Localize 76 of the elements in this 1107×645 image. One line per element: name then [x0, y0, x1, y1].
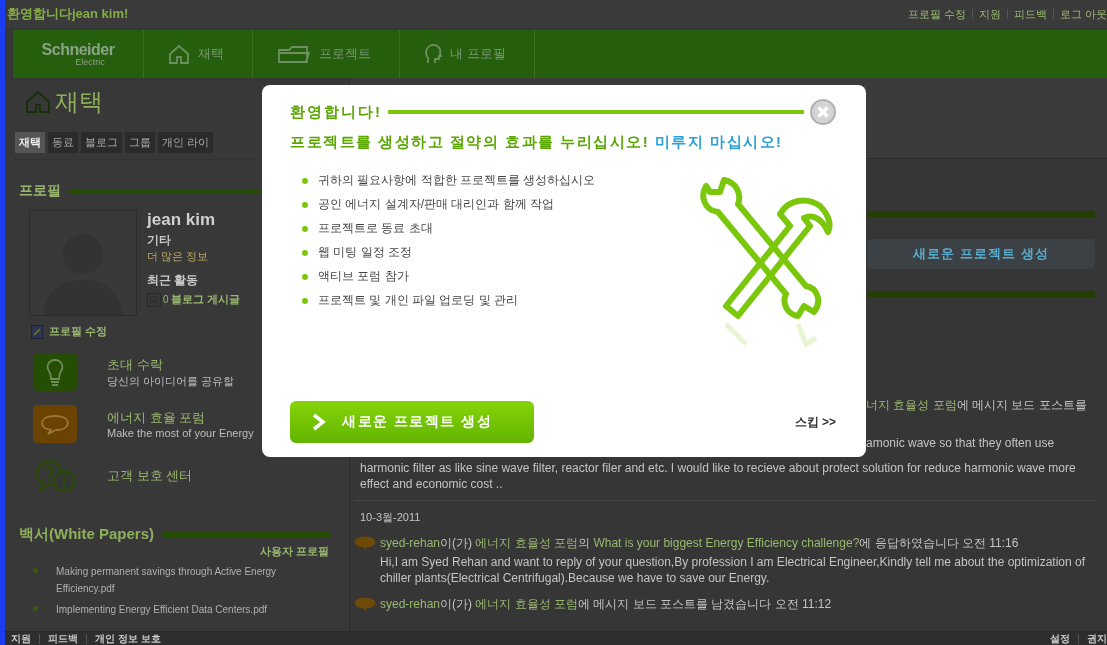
feature-item: 공인 에너지 설계자/판매 대리인과 함께 작업 — [318, 196, 554, 213]
footer-link[interactable]: 개인 정보 보호 — [95, 631, 161, 645]
profile-role: 기타 — [147, 232, 171, 249]
top-link[interactable]: 피드백 — [1013, 6, 1047, 22]
user-link[interactable]: syed-rehan — [380, 597, 441, 611]
speech-bubble-icon — [354, 536, 376, 550]
feature-item: 프로젝트로 동료 초대 — [318, 220, 433, 237]
user-link[interactable]: syed-rehan — [380, 536, 441, 550]
feature-link[interactable]: 초대 수락 — [107, 355, 235, 374]
bullet-icon — [302, 225, 308, 232]
bullet-icon — [302, 177, 308, 184]
more-info-link[interactable]: 더 많은 정보 — [147, 249, 209, 264]
home-icon — [168, 43, 190, 65]
create-project-button[interactable]: 새로운 프로젝트 생성 — [867, 239, 1095, 269]
tab[interactable]: 블로그 — [81, 132, 122, 153]
edit-profile-link[interactable]: 프로필 수정 — [49, 324, 108, 339]
head-icon — [424, 43, 442, 65]
tab[interactable]: 재택 — [15, 132, 45, 153]
bullet-icon — [302, 201, 308, 208]
user-profile-link[interactable]: 사용자 프로필 — [259, 544, 329, 559]
lightbulb-icon — [33, 353, 77, 391]
home-icon — [25, 90, 51, 114]
section-heading: 프로필 — [19, 182, 61, 200]
section-heading: 백서(White Papers) — [19, 525, 154, 544]
skip-link[interactable]: 스킵 >> — [794, 413, 836, 431]
activity-text: syed-rehan이(가) 에너지 효율성 포럼 의 What is your biggest Energy Efficiency challenge?에 응답하였습니다 오전 11:16 — [380, 535, 1020, 552]
blog-posts-link[interactable]: 블로그 게시글 — [170, 292, 240, 307]
top-link[interactable]: 프로필 수정 — [907, 6, 966, 22]
activity-label: 최근 활동 — [147, 272, 199, 289]
bullet-icon — [33, 568, 38, 573]
tab[interactable]: 개인 라이 — [158, 132, 214, 153]
speech-bubble-icon — [33, 405, 77, 443]
footer-link[interactable]: 피드백 — [48, 631, 78, 645]
feature-item: 액티브 포럼 참가 — [318, 268, 409, 285]
bullet-icon — [33, 606, 38, 611]
speech-bubble-icon — [354, 597, 376, 611]
help-info-icon — [33, 457, 77, 495]
bullet-icon — [302, 249, 308, 256]
footer-link[interactable]: 권지 — [1087, 631, 1107, 645]
bullet-icon — [302, 273, 308, 280]
date-label: 10-3월-2011 — [360, 511, 421, 523]
post-text: Hi,I am Syed Rehan and want to reply of your question,By profession I am Electrical Engineer,Kindly tell me about the optimization of chiller plants(Electrical Centrifugal).Because we have to save our Energy. — [380, 554, 1087, 586]
top-link[interactable]: 지원 — [978, 6, 1001, 22]
dialog-subtitle: 프로젝트를 생성하고 절약의 효과를 누리십시오! 미루지 마십시오! — [290, 133, 784, 150]
footer-link[interactable]: 설정 — [1050, 631, 1070, 645]
activity-count: 0 — [163, 294, 169, 305]
activity-text: syed-rehan이(가) 에너지 효율성 포럼에 메시지 보드 포스트를 남겼습니다 오전 11:12 — [380, 596, 832, 613]
feature-link[interactable]: 에너지 효율 포럼 — [107, 409, 254, 427]
footer-link[interactable]: 지원 — [11, 631, 31, 645]
greeting-text: 환영합니다jean kim! — [7, 5, 129, 23]
chevron-icon — [312, 413, 326, 431]
feature-item: 귀하의 필요사항에 적합한 프로젝트를 생성하십시오 — [318, 172, 596, 189]
document-link[interactable]: Making permanent savings through Active Energy Efficiency.pdf — [56, 563, 329, 597]
feature-link[interactable]: 고객 보호 센터 — [107, 467, 193, 485]
topic-link[interactable]: What is your biggest Energy Efficiency challenge? — [593, 536, 860, 550]
close-button[interactable] — [810, 99, 836, 125]
post-text: amonic wave so that they often use — [865, 436, 1056, 450]
feature-description: 당신의 아이디어를 공유할 — [107, 373, 235, 389]
feature-description: Make the most of your Energy — [107, 427, 254, 439]
tab[interactable]: 동료 — [48, 132, 78, 153]
folder-icon — [277, 44, 311, 64]
feature-item: 웹 미팅 일정 조정 — [318, 244, 412, 261]
top-link[interactable]: 로그 아웃 — [1059, 6, 1107, 22]
feature-item: 프로젝트 및 개인 파일 업로딩 및 관리 — [318, 292, 518, 309]
bullet-icon — [302, 297, 308, 304]
page-title: 재택 — [55, 87, 103, 117]
dialog-title: 환영합니다! — [290, 102, 382, 122]
document-link[interactable]: Implementing Energy Efficient Data Centers.pdf — [56, 601, 268, 618]
document-icon — [31, 324, 43, 339]
forum-link[interactable]: 에너지 효율성 포럼 — [475, 597, 579, 611]
forum-link[interactable]: 에너지 효율성 포럼 — [475, 536, 579, 550]
post-text: harmonic filter as like sine wave filter, reactor filer and etc. I would like to recieve about protect solution for reduce harmonic wave more effect and economic cost .. — [359, 460, 1077, 492]
profile-name: jean kim — [147, 210, 216, 230]
close-icon — [810, 99, 836, 125]
forum-link[interactable]: 너지 효율성 포럼 — [866, 398, 957, 412]
tab[interactable]: 그룹 — [125, 132, 155, 153]
